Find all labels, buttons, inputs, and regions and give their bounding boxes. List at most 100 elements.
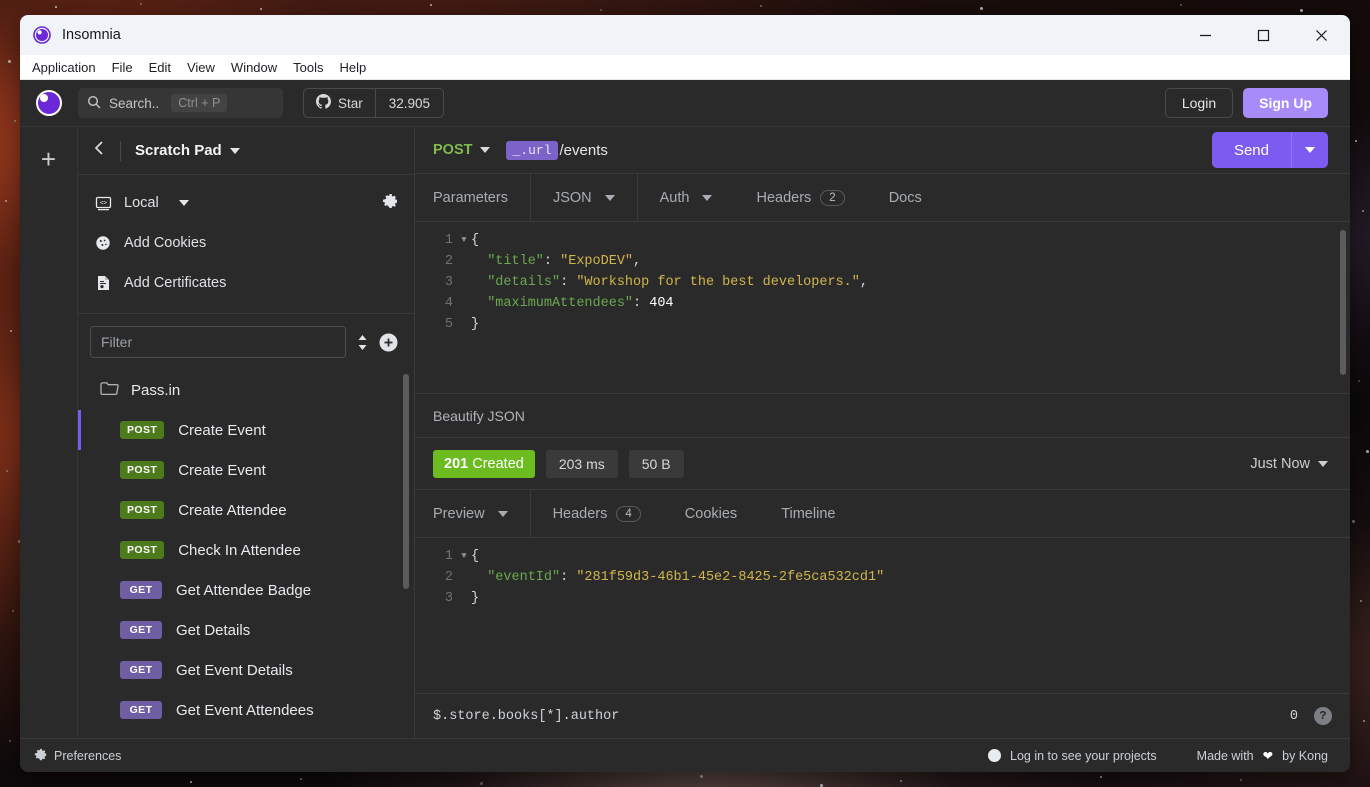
tab-response-headers[interactable]: Headers 4 — [531, 490, 663, 537]
svg-text:<>: <> — [99, 199, 107, 206]
certificate-icon — [94, 275, 112, 291]
add-project-button[interactable]: + — [41, 146, 56, 172]
workspace-chevron-down-icon[interactable] — [230, 148, 240, 154]
list-item-folder[interactable]: Pass.in — [78, 370, 414, 410]
jsonpath-input[interactable]: $.store.books[*].author — [433, 709, 619, 724]
menu-item-help[interactable]: Help — [332, 55, 375, 80]
list-item-get-event-details[interactable]: GET Get Event Details — [78, 650, 414, 690]
response-body-lines: 1 ▼{2 "eventId": "281f59d3-46b1-45e2-8425… — [415, 538, 1350, 609]
code-line: 1 ▼{ — [415, 546, 1350, 567]
search-input[interactable]: Search.. Ctrl + P — [78, 88, 283, 118]
list-item-create-event-1[interactable]: POST Create Event — [78, 410, 414, 450]
tab-cookies-label: Cookies — [685, 506, 737, 522]
response-body-viewer[interactable]: 1 ▼{2 "eventId": "281f59d3-46b1-45e2-8425… — [415, 538, 1350, 693]
help-icon[interactable]: ? — [1314, 707, 1332, 725]
menu-item-application[interactable]: Application — [24, 55, 104, 80]
tab-body-json[interactable]: JSON — [531, 174, 638, 221]
line-number: 2 — [415, 251, 457, 272]
login-button[interactable]: Login — [1165, 88, 1233, 118]
github-star-label: Star — [338, 96, 363, 111]
menu-item-tools[interactable]: Tools — [285, 55, 331, 80]
menu-item-view[interactable]: View — [179, 55, 223, 80]
sidebar-item-add-cookies[interactable]: Add Cookies — [78, 223, 414, 263]
method-selector[interactable]: POST — [433, 142, 490, 158]
login-hint-button[interactable]: Log in to see your projects — [988, 749, 1157, 763]
menu-item-window[interactable]: Window — [223, 55, 285, 80]
method-badge: POST — [120, 501, 164, 519]
github-star-button[interactable]: Star 32.905 — [303, 88, 444, 118]
sidebar-filter-row — [78, 313, 414, 368]
request-list[interactable]: Pass.in POST Create Event POST Create Ev… — [78, 368, 414, 738]
list-item-get-event-attendees[interactable]: GET Get Event Attendees — [78, 690, 414, 730]
line-number: 5 — [415, 314, 457, 335]
code-text: } — [471, 588, 479, 609]
line-number: 3 — [415, 588, 457, 609]
list-item-create-attendee[interactable]: POST Create Attendee — [78, 490, 414, 530]
list-item-label: Pass.in — [131, 382, 180, 399]
tab-docs[interactable]: Docs — [867, 174, 944, 221]
chevron-left-icon[interactable] — [94, 140, 116, 161]
sidebar-item-add-cookies-label: Add Cookies — [124, 235, 206, 251]
code-line: 3 "details": "Workshop for the best deve… — [415, 272, 1350, 293]
jsonpath-result-count: 0 — [1290, 709, 1298, 724]
send-button[interactable]: Send — [1212, 132, 1291, 168]
beautify-json-button[interactable]: Beautify JSON — [415, 394, 1350, 438]
auth-chevron-down-icon — [702, 195, 712, 201]
sidebar-item-add-certificates[interactable]: Add Certificates — [78, 263, 414, 303]
send-button-group: Send — [1212, 132, 1328, 168]
signup-button[interactable]: Sign Up — [1243, 88, 1328, 118]
maximize-icon[interactable] — [1234, 15, 1292, 55]
tab-parameters[interactable]: Parameters — [415, 174, 531, 221]
tab-preview[interactable]: Preview — [415, 490, 531, 537]
filter-input[interactable] — [90, 326, 346, 358]
url-input[interactable]: _.url /events — [506, 141, 607, 160]
sidebar-scrollbar[interactable] — [403, 374, 409, 589]
request-editor-scrollbar[interactable] — [1340, 230, 1346, 375]
menu-item-file[interactable]: File — [104, 55, 141, 80]
search-icon — [87, 95, 101, 112]
request-body-editor[interactable]: 1 ▼{2 "title": "ExpoDEV", 3 "details": "Wo… — [415, 222, 1350, 394]
url-template-tag[interactable]: _.url — [506, 141, 557, 160]
tab-auth[interactable]: Auth — [638, 174, 735, 221]
gear-icon[interactable] — [382, 193, 398, 213]
sidebar-header: Scratch Pad — [78, 127, 414, 174]
list-item-label: Create Attendee — [178, 502, 286, 519]
add-request-icon[interactable] — [379, 333, 398, 352]
method-badge: POST — [120, 461, 164, 479]
fold-toggle-icon[interactable]: ▼ — [457, 230, 471, 251]
minimize-icon[interactable] — [1176, 15, 1234, 55]
response-time[interactable]: 203 ms — [546, 450, 618, 478]
history-chevron-down-icon — [1318, 461, 1328, 467]
folder-icon — [100, 381, 119, 400]
method-selector-label: POST — [433, 142, 472, 158]
local-chevron-down-icon[interactable] — [179, 200, 189, 206]
response-history-dropdown[interactable]: Just Now — [1250, 456, 1328, 472]
preferences-button[interactable]: Preferences — [34, 748, 121, 764]
status-badge[interactable]: 201 Created — [433, 450, 535, 478]
tab-timeline[interactable]: Timeline — [759, 490, 857, 537]
sidebar-item-local[interactable]: <> Local — [78, 183, 414, 223]
sort-icon[interactable] — [356, 334, 369, 351]
body-chevron-down-icon — [605, 195, 615, 201]
code-line: 1 ▼{ — [415, 230, 1350, 251]
close-icon[interactable] — [1292, 15, 1350, 55]
made-with-prefix: Made with — [1197, 749, 1254, 763]
response-status-row: 201 Created 203 ms 50 B Just Now — [415, 438, 1350, 490]
workspace-name[interactable]: Scratch Pad — [135, 142, 222, 159]
list-item-get-details[interactable]: GET Get Details — [78, 610, 414, 650]
tab-preview-label: Preview — [433, 506, 485, 522]
fold-toggle-icon[interactable]: ▼ — [457, 546, 471, 567]
list-item-label: Create Event — [178, 422, 266, 439]
tab-headers[interactable]: Headers 2 — [734, 174, 866, 221]
search-shortcut: Ctrl + P — [171, 94, 227, 112]
send-options-chevron-down-icon[interactable] — [1291, 132, 1328, 168]
response-size[interactable]: 50 B — [629, 450, 684, 478]
list-item-create-event-2[interactable]: POST Create Event — [78, 450, 414, 490]
list-item-check-in-attendee[interactable]: POST Check In Attendee — [78, 530, 414, 570]
code-text: { — [471, 230, 479, 251]
code-line: 3} — [415, 588, 1350, 609]
menu-item-edit[interactable]: Edit — [141, 55, 179, 80]
list-item-label: Get Attendee Badge — [176, 582, 311, 599]
list-item-get-attendee-badge[interactable]: GET Get Attendee Badge — [78, 570, 414, 610]
tab-cookies[interactable]: Cookies — [663, 490, 759, 537]
